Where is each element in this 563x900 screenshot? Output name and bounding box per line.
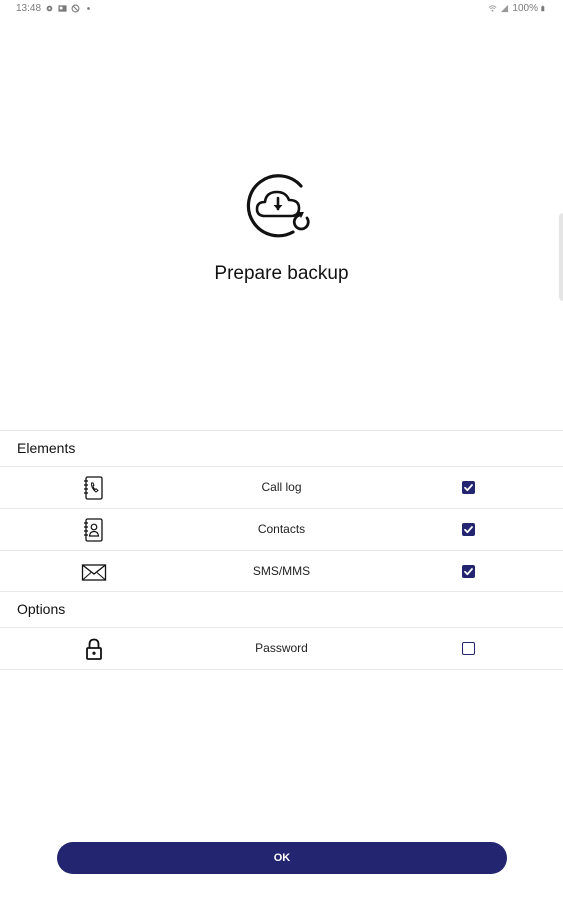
wifi-icon [489, 5, 497, 12]
backup-screen: 13:48 100% Prepare backup Elements Call … [0, 0, 563, 900]
edge-panel-handle[interactable] [559, 213, 563, 301]
row-label: Password [255, 641, 308, 655]
cloud-download-restore-icon [246, 174, 310, 238]
checkmark-icon [464, 526, 473, 534]
divider [0, 669, 563, 670]
page-title: Prepare backup [214, 263, 349, 284]
status-bar: 13:48 100% [0, 0, 563, 18]
section-title: Elements [17, 440, 76, 456]
section-header-options: Options [0, 591, 563, 627]
dot-icon [87, 7, 90, 10]
status-left: 13:48 [16, 3, 93, 14]
row-label: Contacts [257, 522, 306, 536]
row-label: Call log [261, 480, 302, 494]
status-time: 13:48 [16, 3, 42, 14]
battery-percent: 100% [512, 3, 538, 14]
checkmark-icon [464, 568, 473, 576]
ok-button[interactable]: OK [57, 842, 507, 874]
row-label: SMS/MMS [252, 564, 311, 578]
status-right: 100% [488, 3, 547, 14]
call-log-checkbox[interactable] [462, 481, 475, 494]
sms-mms-checkbox[interactable] [462, 565, 475, 578]
battery-icon [541, 5, 545, 12]
block-icon [71, 4, 80, 13]
signal-icon [501, 4, 509, 13]
gear-icon [46, 5, 53, 12]
checkmark-icon [464, 484, 473, 492]
row-contacts[interactable]: Contacts [0, 508, 563, 550]
section-header-elements: Elements [0, 430, 563, 466]
section-title: Options [17, 601, 66, 617]
photo-icon [58, 5, 67, 12]
password-checkbox[interactable] [462, 642, 475, 655]
row-sms-mms[interactable]: SMS/MMS [0, 550, 563, 592]
row-call-log[interactable]: Call log [0, 466, 563, 508]
contacts-checkbox[interactable] [462, 523, 475, 536]
row-password[interactable]: Password [0, 627, 563, 669]
